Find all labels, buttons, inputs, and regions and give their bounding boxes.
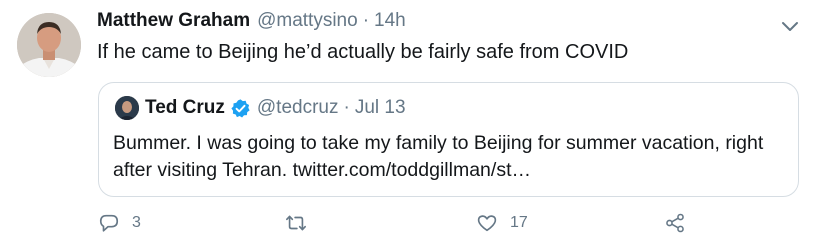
quoted-tweet-text: Bummer. I was going to take my family to… [113, 132, 764, 181]
author-handle[interactable]: @mattysino [257, 10, 358, 32]
retweet-icon [286, 215, 306, 231]
like-icon [477, 215, 497, 232]
tweet-timestamp[interactable]: 14h [374, 10, 406, 32]
reply-icon [99, 214, 119, 232]
quoted-author-avatar[interactable] [115, 96, 139, 120]
quoted-author-name[interactable]: Ted Cruz [145, 97, 225, 119]
separator-dot: · [362, 10, 370, 31]
tweet-text: If he came to Beijing he’d actually be f… [97, 41, 629, 63]
quoted-tweet-card[interactable]: Ted Cruz @tedcruz · Jul 13 Bummer. I was… [98, 82, 799, 197]
reply-count: 3 [132, 214, 141, 231]
quoted-author-handle[interactable]: @tedcruz [257, 97, 339, 119]
tweet-header: Matthew Graham @mattysino · 14h [97, 10, 778, 36]
verified-badge-icon [231, 98, 250, 118]
quoted-separator-dot: · [343, 97, 350, 118]
share-icon [666, 213, 684, 233]
author-avatar[interactable] [17, 13, 81, 77]
like-count: 17 [510, 214, 528, 231]
quoted-tweet-header: Ted Cruz @tedcruz · Jul 13 [145, 95, 406, 121]
quoted-tweet-timestamp[interactable]: Jul 13 [355, 97, 406, 119]
retweet-button[interactable] [285, 210, 319, 236]
like-button[interactable]: 17 [476, 210, 528, 236]
chevron-down-icon[interactable] [778, 14, 802, 38]
reply-button[interactable]: 3 [98, 210, 141, 236]
share-button[interactable] [664, 210, 686, 236]
tweet-actions: 3 17 [98, 210, 698, 236]
author-name[interactable]: Matthew Graham [97, 10, 250, 32]
